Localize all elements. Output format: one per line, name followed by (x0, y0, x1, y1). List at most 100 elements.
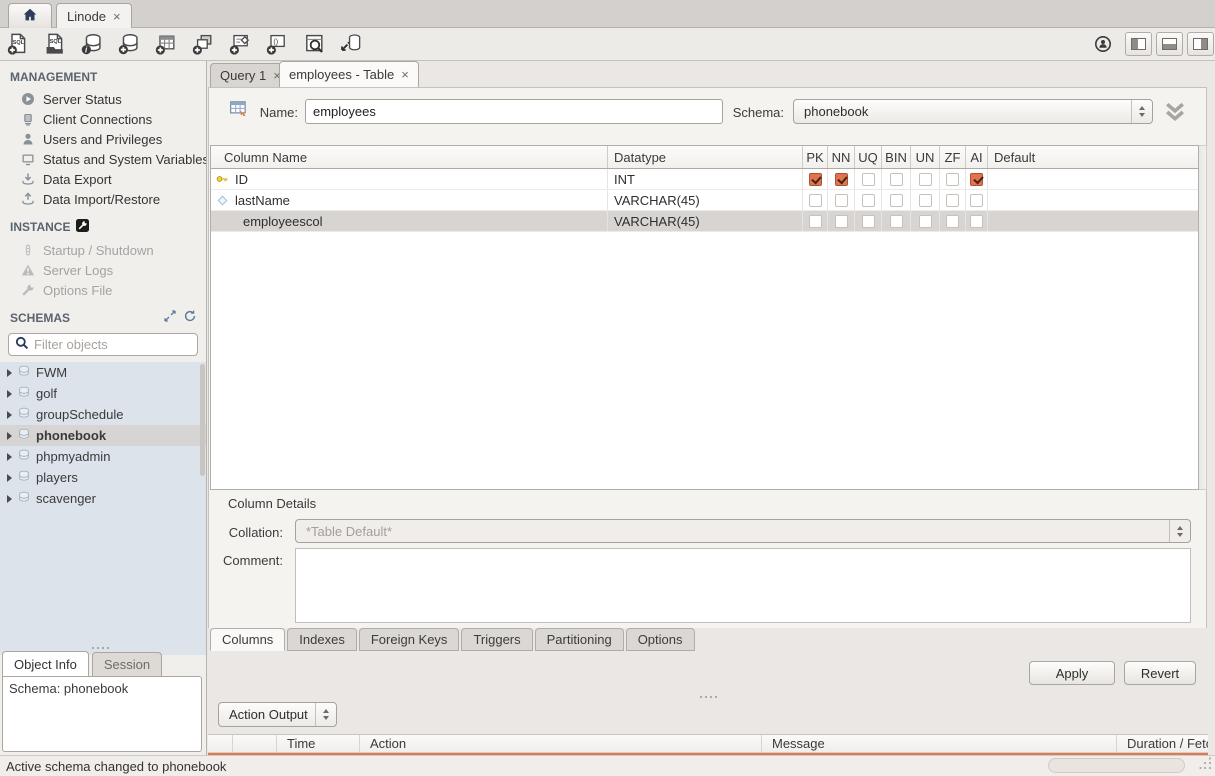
create-schema-icon[interactable] (115, 30, 143, 58)
tab-indexes[interactable]: Indexes (287, 628, 357, 651)
output-header-time[interactable]: Time (277, 735, 360, 752)
collation-dropdown[interactable]: *Table Default* (295, 519, 1191, 543)
header-pk[interactable]: PK (803, 146, 828, 168)
checkbox-bin[interactable] (890, 194, 903, 207)
grid-scrollbar[interactable] (1199, 145, 1207, 490)
tab-triggers[interactable]: Triggers (461, 628, 532, 651)
datatype-cell[interactable]: INT (608, 169, 803, 189)
sidebar-item-options-file[interactable]: Options File (0, 280, 206, 300)
sidebar-scrollbar[interactable] (200, 364, 205, 476)
datatype-cell[interactable]: VARCHAR(45) (608, 190, 803, 210)
sidebar-item-status-system-variables[interactable]: Status and System Variables (0, 149, 206, 169)
checkbox-un[interactable] (919, 215, 932, 228)
create-procedure-icon[interactable] (226, 30, 254, 58)
toggle-bottom-panel-button[interactable] (1156, 32, 1183, 56)
header-un[interactable]: UN (911, 146, 940, 168)
search-data-icon[interactable] (300, 30, 328, 58)
expander-icon[interactable] (7, 369, 12, 377)
comment-textarea[interactable] (295, 548, 1191, 623)
expand-schemas-icon[interactable] (164, 310, 176, 325)
column-row-lastname[interactable]: lastName VARCHAR(45) (211, 190, 1198, 211)
create-view-icon[interactable] (189, 30, 217, 58)
sidebar-item-data-export[interactable]: Data Export (0, 169, 206, 189)
checkbox-bin[interactable] (890, 215, 903, 228)
checkbox-ai[interactable] (970, 194, 983, 207)
connection-tab[interactable]: Linode × (56, 3, 132, 28)
tab-options[interactable]: Options (626, 628, 695, 651)
checkbox-nn[interactable] (835, 194, 848, 207)
default-cell[interactable] (988, 211, 1198, 231)
schema-item-phpmyadmin[interactable]: phpmyadmin (0, 446, 206, 467)
sidebar-item-server-logs[interactable]: Server Logs (0, 260, 206, 280)
checkbox-pk[interactable] (809, 194, 822, 207)
schema-dropdown[interactable]: phonebook (793, 99, 1153, 124)
refresh-schemas-icon[interactable] (184, 310, 196, 325)
checkbox-un[interactable] (919, 173, 932, 186)
spinner-icon[interactable] (1131, 100, 1152, 123)
checkbox-uq[interactable] (862, 173, 875, 186)
toggle-left-sidebar-button[interactable] (1125, 32, 1152, 56)
column-row-employeescol[interactable]: employeescol VARCHAR(45) (211, 211, 1198, 232)
expander-icon[interactable] (7, 495, 12, 503)
checkbox-ai[interactable] (970, 173, 983, 186)
header-zf[interactable]: ZF (940, 146, 966, 168)
default-cell[interactable] (988, 190, 1198, 210)
close-tab-icon[interactable]: × (401, 67, 409, 82)
new-sql-tab-icon[interactable]: SQL (4, 30, 32, 58)
table-name-input[interactable] (305, 99, 723, 124)
tab-columns[interactable]: Columns (210, 628, 285, 651)
expander-icon[interactable] (7, 390, 12, 398)
reconnect-dbms-icon[interactable] (337, 30, 365, 58)
sidebar-item-data-import[interactable]: Data Import/Restore (0, 189, 206, 209)
column-name-cell[interactable]: lastName (229, 190, 608, 210)
expand-header-chevrons-icon[interactable] (1162, 102, 1188, 125)
output-header-message[interactable]: Message (762, 735, 1117, 752)
tab-session[interactable]: Session (92, 652, 162, 676)
schema-item-groupschedule[interactable]: groupSchedule (0, 404, 206, 425)
schema-item-phonebook[interactable]: phonebook (0, 425, 206, 446)
checkbox-nn[interactable] (835, 215, 848, 228)
revert-button[interactable]: Revert (1124, 661, 1196, 685)
header-nn[interactable]: NN (828, 146, 855, 168)
expander-icon[interactable] (7, 411, 12, 419)
tab-foreign-keys[interactable]: Foreign Keys (359, 628, 460, 651)
output-splitter-grip[interactable] (700, 696, 717, 698)
checkbox-nn[interactable] (835, 173, 848, 186)
user-account-icon[interactable] (1094, 35, 1112, 56)
column-name-cell[interactable]: ID (229, 169, 608, 189)
checkbox-zf[interactable] (946, 215, 959, 228)
header-datatype[interactable]: Datatype (608, 146, 803, 168)
checkbox-pk[interactable] (809, 173, 822, 186)
sidebar-item-server-status[interactable]: Server Status (0, 89, 206, 109)
sidebar-splitter-grip[interactable] (92, 647, 109, 649)
output-header-duration[interactable]: Duration / Fetch (1117, 735, 1208, 752)
spinner-icon[interactable] (315, 703, 336, 726)
output-header-action[interactable]: Action (360, 735, 762, 752)
checkbox-uq[interactable] (862, 215, 875, 228)
datatype-cell[interactable]: VARCHAR(45) (608, 211, 803, 231)
schema-item-golf[interactable]: golf (0, 383, 206, 404)
schema-filter-input[interactable] (34, 337, 207, 352)
header-uq[interactable]: UQ (855, 146, 882, 168)
create-table-icon[interactable] (152, 30, 180, 58)
default-cell[interactable] (988, 169, 1198, 189)
inspect-database-icon[interactable]: i (78, 30, 106, 58)
resize-grip-icon[interactable] (1199, 757, 1213, 774)
column-row-id[interactable]: ID INT (211, 169, 1198, 190)
output-selector-dropdown[interactable]: Action Output (218, 702, 337, 727)
create-function-icon[interactable]: () (263, 30, 291, 58)
checkbox-uq[interactable] (862, 194, 875, 207)
schema-item-fwm[interactable]: FWM (0, 362, 206, 383)
sidebar-item-startup-shutdown[interactable]: Startup / Shutdown (0, 240, 206, 260)
checkbox-zf[interactable] (946, 173, 959, 186)
checkbox-bin[interactable] (890, 173, 903, 186)
expander-icon[interactable] (7, 474, 12, 482)
schema-item-scavenger[interactable]: scavenger (0, 488, 206, 509)
expander-icon[interactable] (7, 432, 12, 440)
checkbox-ai[interactable] (970, 215, 983, 228)
open-sql-script-icon[interactable]: SQL (41, 30, 69, 58)
checkbox-un[interactable] (919, 194, 932, 207)
column-name-cell[interactable]: employeescol (229, 211, 608, 231)
toggle-right-sidebar-button[interactable] (1187, 32, 1214, 56)
checkbox-pk[interactable] (809, 215, 822, 228)
